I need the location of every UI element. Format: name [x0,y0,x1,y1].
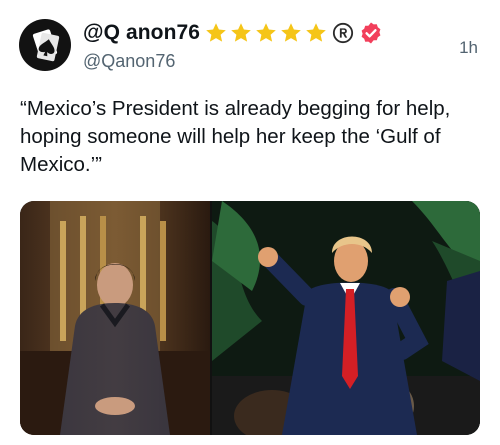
photo-man-gesturing[interactable] [212,201,480,435]
registered-icon [332,22,354,44]
author-handle[interactable]: @Qanon76 [83,51,175,72]
avatar[interactable] [19,19,71,71]
media-grid[interactable] [20,201,480,435]
star-icon [206,23,226,42]
star-icon [231,23,251,42]
photo-woman-speaking[interactable] [20,201,210,435]
display-name[interactable]: @Q anon76 [83,21,200,45]
photo-man-gesturing-image [212,201,480,435]
star-icon [256,23,276,42]
post-text: “Mexico’s President is already begging f… [20,97,451,176]
star-icon [281,23,301,42]
star-rating [204,21,329,45]
post-card[interactable]: @Q anon76 @Qanon76 1h “Mexico’s Presiden… [0,0,500,445]
verified-badge-icon[interactable] [359,21,383,45]
card-spade-logo-icon [32,29,60,62]
post-timestamp[interactable]: 1h [459,38,478,58]
author-name-row: @Q anon76 [83,18,383,48]
star-icon [306,23,326,42]
photo-woman-speaking-image [20,201,210,435]
